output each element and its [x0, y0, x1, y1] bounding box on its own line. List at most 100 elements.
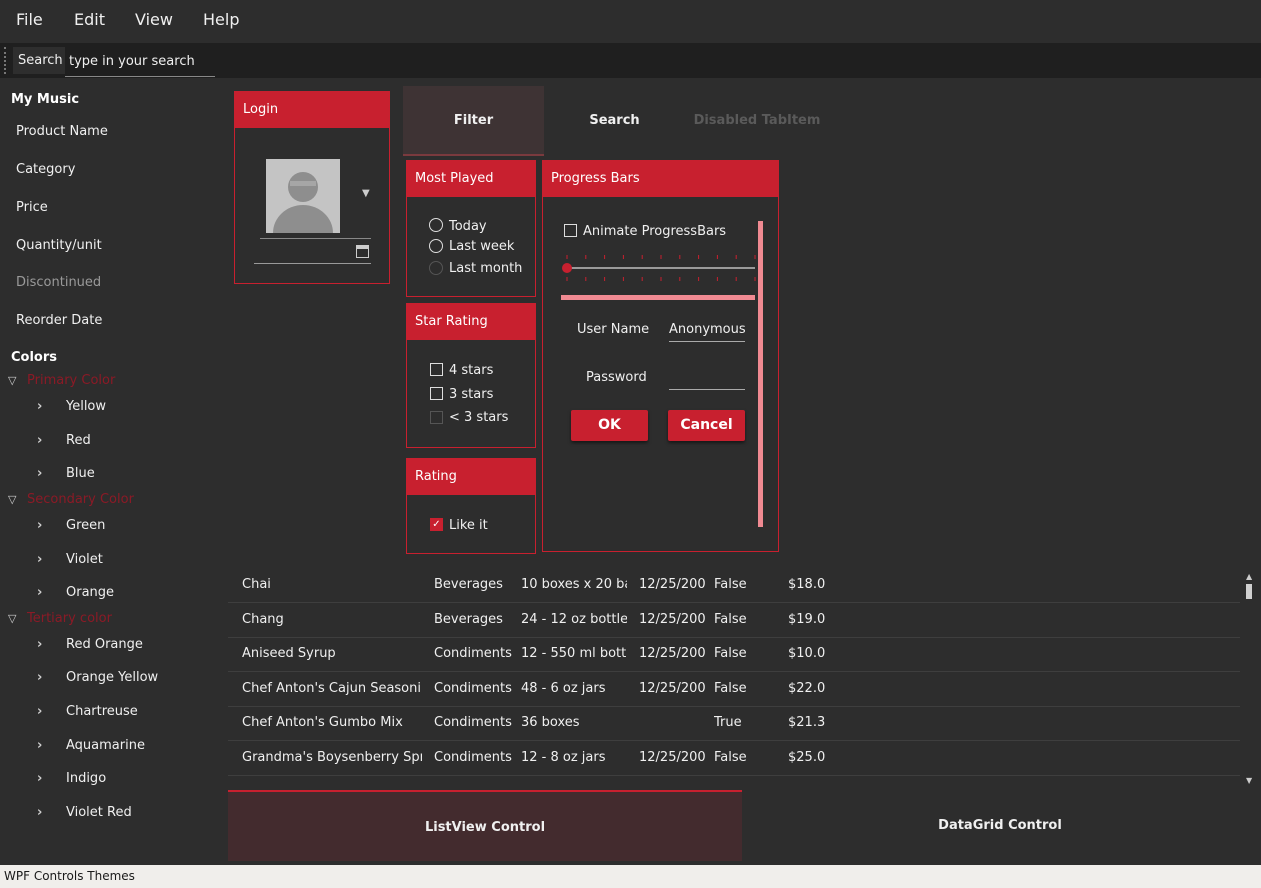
tree-item-orange[interactable]: › Orange: [37, 585, 114, 600]
cell-name: Chai: [242, 577, 271, 592]
tree-item-orange-yellow[interactable]: › Orange Yellow: [37, 670, 158, 685]
table-row[interactable]: Chang Beverages 24 - 12 oz bottles 12/25/20…: [228, 603, 1240, 638]
radio-last-week-label: Last week: [449, 239, 515, 254]
radio-last-week[interactable]: [429, 239, 443, 253]
tree-item-yellow[interactable]: › Yellow: [37, 399, 106, 414]
chevron-right-icon[interactable]: ›: [37, 771, 66, 786]
chevron-right-icon[interactable]: ›: [37, 585, 66, 600]
chevron-right-icon[interactable]: ›: [37, 805, 66, 820]
cell-date: 12/25/2001: [639, 646, 705, 662]
menu-bar: File Edit View Help: [0, 0, 1261, 38]
radio-today[interactable]: [429, 218, 443, 232]
cell-category: Condiments: [434, 750, 512, 765]
scroll-down-icon[interactable]: ▼: [1246, 776, 1252, 785]
tree-node-secondary-color[interactable]: ▽ Secondary Color: [8, 492, 134, 507]
checkbox-like-it-label: Like it: [449, 518, 488, 533]
cell-quantity: 24 - 12 oz bottles: [521, 611, 627, 627]
menu-view[interactable]: View: [135, 10, 173, 29]
table-row[interactable]: Chef Anton's Gumbo Mix Condiments 36 boxes…: [228, 706, 1240, 742]
username-field[interactable]: Anonymous: [669, 315, 746, 342]
menu-edit[interactable]: Edit: [74, 10, 105, 29]
avatar[interactable]: [266, 159, 340, 233]
toolbar-grip-icon[interactable]: [4, 47, 8, 74]
cell-date: 12/25/2001: [639, 680, 705, 696]
user-avatar-icon: [266, 159, 340, 233]
chevron-right-icon[interactable]: ›: [37, 399, 66, 414]
tree-item-chartreuse[interactable]: › Chartreuse: [37, 704, 138, 719]
tree-item-red[interactable]: › Red: [37, 433, 91, 448]
checkbox-like-it[interactable]: ✓: [430, 518, 443, 531]
checkbox-animate[interactable]: [564, 224, 577, 237]
cell-price: $18.00: [788, 577, 826, 592]
tab-listview-control[interactable]: ListView Control: [228, 790, 742, 861]
cell-date: [639, 706, 705, 740]
most-played-panel: Most Played Today Last week Last month: [406, 160, 536, 297]
tree-item-indigo[interactable]: › Indigo: [37, 771, 106, 786]
tab-filter[interactable]: Filter: [403, 86, 544, 156]
tree-item-violet-red[interactable]: › Violet Red: [37, 805, 132, 820]
avatar-dropdown-icon[interactable]: ▼: [362, 188, 370, 199]
login-title: Login: [234, 91, 390, 128]
chevron-right-icon[interactable]: ›: [37, 670, 66, 685]
date-picker-field[interactable]: [254, 242, 371, 264]
scrollbar-thumb[interactable]: [1246, 584, 1252, 599]
tree-item-blue[interactable]: › Blue: [37, 466, 95, 481]
ok-button[interactable]: OK: [571, 410, 648, 441]
cell-date: 12/25/2001: [639, 611, 705, 627]
table-row[interactable]: Chai Beverages 10 boxes x 20 bags 12/25/200…: [228, 568, 1240, 603]
tree-item-aquamarine[interactable]: › Aquamarine: [37, 738, 145, 753]
cell-category: Condiments: [434, 646, 512, 662]
table-row[interactable]: Grandma's Boysenberry Spread Condiments 12…: [228, 741, 1240, 776]
tree-node-primary-color[interactable]: ▽ Primary Color: [8, 373, 115, 388]
cancel-button[interactable]: Cancel: [668, 410, 745, 441]
sidebar-item-discontinued: Discontinued: [16, 275, 102, 290]
expand-triangle-icon[interactable]: ▽: [8, 493, 20, 506]
expand-triangle-icon[interactable]: ▽: [8, 374, 20, 387]
tab-search[interactable]: Search: [544, 86, 685, 156]
chevron-right-icon[interactable]: ›: [37, 552, 66, 567]
sidebar-item-reorder-date[interactable]: Reorder Date: [16, 313, 102, 328]
radio-today-label: Today: [449, 219, 487, 234]
tree-node-tertiary-color[interactable]: ▽ Tertiary color: [8, 611, 112, 626]
tab-disabled: Disabled TabItem: [693, 113, 821, 128]
calendar-icon[interactable]: [356, 245, 369, 258]
most-played-title: Most Played: [406, 160, 536, 197]
vertical-progress-bar: [758, 221, 763, 527]
expand-triangle-icon[interactable]: ▽: [8, 612, 20, 625]
chevron-right-icon[interactable]: ›: [37, 433, 66, 448]
slider[interactable]: [561, 253, 757, 283]
tree-item-green[interactable]: › Green: [37, 518, 105, 533]
cell-name: Chef Anton's Cajun Seasoning: [242, 680, 422, 696]
checkbox-3-stars-label: 3 stars: [449, 387, 494, 402]
cell-price: $10.00: [788, 646, 826, 662]
chevron-right-icon[interactable]: ›: [37, 738, 66, 753]
progress-bars-panel: Progress Bars Animate ProgressBars User …: [542, 160, 779, 552]
sidebar-item-category[interactable]: Category: [16, 162, 75, 177]
password-field[interactable]: [669, 363, 745, 390]
tab-datagrid-control[interactable]: DataGrid Control: [742, 790, 1258, 861]
cell-name: Chang: [242, 611, 284, 627]
table-row[interactable]: Aniseed Syrup Condiments 12 - 550 ml bottl…: [228, 637, 1240, 673]
chevron-right-icon[interactable]: ›: [37, 518, 66, 533]
checkbox-3-stars[interactable]: [430, 387, 443, 400]
menu-help[interactable]: Help: [203, 10, 239, 29]
checkbox-4-stars[interactable]: [430, 363, 443, 376]
chevron-right-icon[interactable]: ›: [37, 637, 66, 652]
sidebar-item-price[interactable]: Price: [16, 200, 48, 215]
menu-file[interactable]: File: [16, 10, 43, 29]
vertical-progress-fill: [758, 221, 763, 527]
cell-quantity: 10 boxes x 20 bags: [521, 577, 627, 592]
scroll-up-icon[interactable]: ▲: [1246, 572, 1252, 581]
search-input[interactable]: [65, 47, 215, 77]
tree-item-red-orange[interactable]: › Red Orange: [37, 637, 143, 652]
chevron-right-icon[interactable]: ›: [37, 466, 66, 481]
tree-item-violet[interactable]: › Violet: [37, 552, 103, 567]
cell-date: 12/25/2001: [639, 577, 705, 592]
checkbox-animate-label: Animate ProgressBars: [583, 224, 727, 239]
chevron-right-icon[interactable]: ›: [37, 704, 66, 719]
slider-thumb[interactable]: [562, 263, 572, 273]
sidebar-item-quantity[interactable]: Quantity/unit: [16, 238, 102, 253]
table-row[interactable]: Chef Anton's Cajun Seasoning Condiments 48…: [228, 672, 1240, 707]
checkbox-lt-3-stars-label: < 3 stars: [449, 410, 509, 425]
sidebar-item-product-name[interactable]: Product Name: [16, 124, 108, 139]
